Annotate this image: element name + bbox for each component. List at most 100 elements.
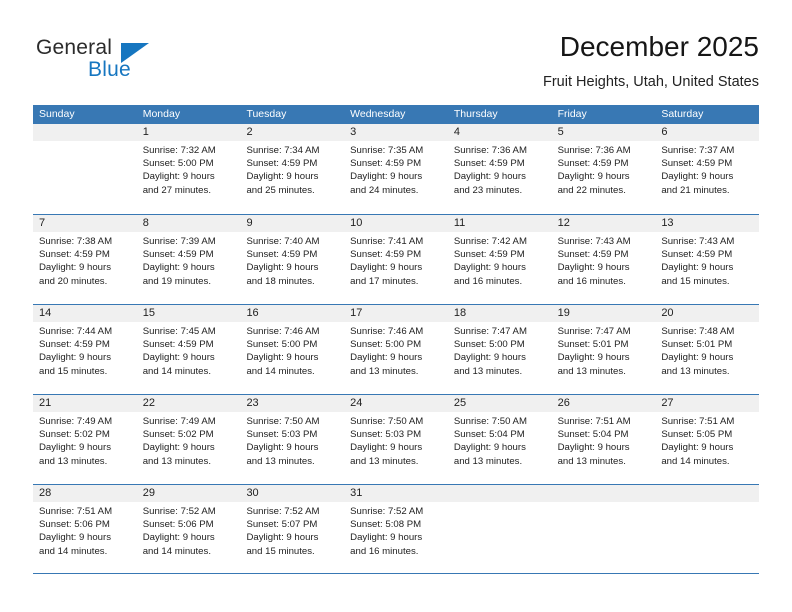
- sunrise-text: Sunrise: 7:51 AM: [39, 506, 113, 517]
- logo-text-general: General: [36, 36, 113, 59]
- calendar-day-cell[interactable]: 26 Sunrise: 7:51 AM Sunset: 5:04 PM Dayligh…: [551, 395, 656, 484]
- calendar-day-cell[interactable]: 15 Sunrise: 7:45 AM Sunset: 4:59 PM Dayligh…: [136, 305, 241, 394]
- logo-text-blue: Blue: [88, 58, 131, 81]
- sunrise-text: Sunrise: 7:35 AM: [350, 145, 424, 156]
- sunrise-text: Sunrise: 7:51 AM: [557, 416, 631, 427]
- daylight-text-line2: and 20 minutes.: [39, 275, 108, 287]
- calendar-day-cell[interactable]: 27 Sunrise: 7:51 AM Sunset: 5:05 PM Dayligh…: [655, 395, 760, 484]
- daylight-text-line2: and 13 minutes.: [661, 365, 730, 377]
- sunset-text: Sunset: 5:05 PM: [661, 429, 733, 441]
- calendar-day-cell[interactable]: 25 Sunrise: 7:50 AM Sunset: 5:04 PM Dayligh…: [447, 395, 552, 484]
- calendar-day-cell[interactable]: 8 Sunrise: 7:39 AM Sunset: 4:59 PM Daylight…: [136, 215, 241, 304]
- daylight-text-line2: and 14 minutes.: [39, 545, 108, 557]
- day-number: 22: [136, 395, 241, 412]
- daylight-text-line1: Daylight: 9 hours: [142, 171, 215, 183]
- calendar-day-cell[interactable]: 12 Sunrise: 7:43 AM Sunset: 4:59 PM Dayligh…: [551, 215, 656, 304]
- sunrise-text: Sunrise: 7:46 AM: [350, 326, 424, 337]
- calendar-day-cell[interactable]: 7 Sunrise: 7:38 AM Sunset: 4:59 PM Daylight…: [33, 215, 137, 304]
- daylight-text-line1: Daylight: 9 hours: [246, 171, 319, 183]
- sunset-text: Sunset: 5:00 PM: [246, 339, 318, 351]
- calendar-day-cell[interactable]: 13 Sunrise: 7:43 AM Sunset: 4:59 PM Dayligh…: [655, 215, 760, 304]
- calendar-day-cell[interactable]: 21 Sunrise: 7:49 AM Sunset: 5:02 PM Dayligh…: [33, 395, 137, 484]
- day-sun-info: Sunrise: 7:51 AM Sunset: 5:06 PM Daylight:…: [33, 502, 137, 558]
- daylight-text-line1: Daylight: 9 hours: [350, 262, 423, 274]
- calendar-day-cell[interactable]: 6 Sunrise: 7:37 AM Sunset: 4:59 PM Daylight…: [655, 124, 760, 214]
- day-number: 31: [344, 485, 448, 502]
- calendar-day-cell[interactable]: 28 Sunrise: 7:51 AM Sunset: 5:06 PM Dayligh…: [33, 485, 137, 573]
- day-number: 14: [33, 305, 137, 322]
- daylight-text-line1: Daylight: 9 hours: [350, 532, 423, 544]
- daylight-text-line1: Daylight: 9 hours: [142, 352, 215, 364]
- calendar-day-cell[interactable]: 14 Sunrise: 7:44 AM Sunset: 4:59 PM Dayligh…: [33, 305, 137, 394]
- calendar-day-cell[interactable]: 31 Sunrise: 7:52 AM Sunset: 5:08 PM Dayligh…: [344, 485, 448, 573]
- sunset-text: Sunset: 5:03 PM: [350, 429, 422, 441]
- day-sun-info: Sunrise: 7:52 AM Sunset: 5:07 PM Daylight:…: [240, 502, 344, 558]
- day-number: [655, 485, 760, 502]
- sunset-text: Sunset: 5:02 PM: [39, 429, 110, 441]
- weekday-header-wednesday: Wednesday: [350, 108, 406, 120]
- sunrise-text: Sunrise: 7:47 AM: [453, 326, 527, 337]
- weekday-header-friday: Friday: [557, 108, 587, 120]
- calendar-day-cell[interactable]: 2 Sunrise: 7:34 AM Sunset: 4:59 PM Daylight…: [240, 124, 345, 214]
- sunrise-text: Sunrise: 7:45 AM: [142, 326, 216, 337]
- daylight-text-line2: and 13 minutes.: [350, 365, 419, 377]
- calendar-day-cell[interactable]: 23 Sunrise: 7:50 AM Sunset: 5:03 PM Dayligh…: [240, 395, 345, 484]
- sunrise-text: Sunrise: 7:37 AM: [661, 145, 735, 156]
- general-blue-logo[interactable]: General Blue: [36, 36, 166, 88]
- day-number: 30: [240, 485, 345, 502]
- weekday-header-saturday: Saturday: [661, 108, 704, 120]
- day-sun-info: Sunrise: 7:37 AM Sunset: 4:59 PM Daylight:…: [655, 141, 759, 197]
- day-sun-info: Sunrise: 7:43 AM Sunset: 4:59 PM Daylight:…: [552, 232, 656, 288]
- daylight-text-line2: and 23 minutes.: [453, 184, 523, 196]
- daylight-text-line1: Daylight: 9 hours: [246, 262, 319, 274]
- calendar-week-row: 21 Sunrise: 7:49 AM Sunset: 5:02 PM Dayligh…: [33, 394, 760, 484]
- calendar-body: 1 Sunrise: 7:32 AM Sunset: 5:00 PM Daylight…: [33, 124, 760, 574]
- calendar-day-cell[interactable]: 11 Sunrise: 7:42 AM Sunset: 4:59 PM Dayligh…: [447, 215, 552, 304]
- sunset-text: Sunset: 4:59 PM: [142, 339, 214, 351]
- daylight-text-line2: and 13 minutes.: [39, 455, 108, 467]
- calendar-day-cell[interactable]: 20 Sunrise: 7:48 AM Sunset: 5:01 PM Dayligh…: [655, 305, 760, 394]
- sunset-text: Sunset: 4:59 PM: [661, 249, 733, 261]
- sunrise-text: Sunrise: 7:36 AM: [453, 145, 527, 156]
- calendar-day-cell[interactable]: 10 Sunrise: 7:41 AM Sunset: 4:59 PM Dayligh…: [344, 215, 448, 304]
- day-number: 15: [136, 305, 241, 322]
- day-number: 21: [33, 395, 137, 412]
- page-header: General Blue December 2025 Fruit Heights…: [33, 30, 759, 100]
- sunset-text: Sunset: 5:01 PM: [661, 339, 733, 351]
- calendar-day-cell[interactable]: 18 Sunrise: 7:47 AM Sunset: 5:00 PM Dayligh…: [447, 305, 552, 394]
- day-number: 6: [655, 124, 760, 141]
- sunrise-text: Sunrise: 7:43 AM: [557, 236, 631, 247]
- calendar-day-cell[interactable]: 3 Sunrise: 7:35 AM Sunset: 4:59 PM Daylight…: [344, 124, 448, 214]
- day-sun-info: Sunrise: 7:47 AM Sunset: 5:01 PM Daylight:…: [552, 322, 656, 378]
- day-number: 2: [240, 124, 345, 141]
- daylight-text-line2: and 18 minutes.: [246, 275, 315, 287]
- day-sun-info: Sunrise: 7:35 AM Sunset: 4:59 PM Daylight:…: [344, 141, 448, 197]
- calendar-day-cell[interactable]: 4 Sunrise: 7:36 AM Sunset: 4:59 PM Daylight…: [447, 124, 552, 214]
- calendar-day-cell[interactable]: 19 Sunrise: 7:47 AM Sunset: 5:01 PM Dayligh…: [551, 305, 656, 394]
- daylight-text-line1: Daylight: 9 hours: [557, 352, 630, 364]
- day-sun-info: Sunrise: 7:38 AM Sunset: 4:59 PM Daylight:…: [33, 232, 137, 288]
- day-sun-info: Sunrise: 7:34 AM Sunset: 4:59 PM Daylight:…: [240, 141, 344, 197]
- sunset-text: Sunset: 5:04 PM: [453, 429, 525, 441]
- daylight-text-line1: Daylight: 9 hours: [661, 442, 734, 454]
- calendar-day-cell[interactable]: 17 Sunrise: 7:46 AM Sunset: 5:00 PM Dayligh…: [344, 305, 448, 394]
- calendar-day-cell[interactable]: 5 Sunrise: 7:36 AM Sunset: 4:59 PM Daylight…: [551, 124, 656, 214]
- sunrise-text: Sunrise: 7:34 AM: [246, 145, 320, 156]
- sunset-text: Sunset: 4:59 PM: [453, 158, 525, 170]
- calendar-day-cell[interactable]: 1 Sunrise: 7:32 AM Sunset: 5:00 PM Daylight…: [136, 124, 241, 214]
- weekday-header-tuesday: Tuesday: [246, 108, 287, 120]
- calendar-day-cell[interactable]: 9 Sunrise: 7:40 AM Sunset: 4:59 PM Daylight…: [240, 215, 345, 304]
- calendar-week-row: 7 Sunrise: 7:38 AM Sunset: 4:59 PM Daylight…: [33, 214, 760, 304]
- page-subtitle: Fruit Heights, Utah, United States: [543, 74, 759, 90]
- calendar-day-cell[interactable]: 24 Sunrise: 7:50 AM Sunset: 5:03 PM Dayligh…: [344, 395, 448, 484]
- day-sun-info: Sunrise: 7:42 AM Sunset: 4:59 PM Daylight:…: [448, 232, 552, 288]
- daylight-text-line1: Daylight: 9 hours: [350, 442, 423, 454]
- daylight-text-line2: and 15 minutes.: [39, 365, 108, 377]
- day-number: 4: [447, 124, 552, 141]
- calendar-day-cell[interactable]: 16 Sunrise: 7:46 AM Sunset: 5:00 PM Dayligh…: [240, 305, 345, 394]
- calendar-day-cell[interactable]: 22 Sunrise: 7:49 AM Sunset: 5:02 PM Dayligh…: [136, 395, 241, 484]
- weekday-header-thursday: Thursday: [453, 108, 498, 120]
- day-number: [33, 124, 137, 141]
- calendar-day-cell[interactable]: 30 Sunrise: 7:52 AM Sunset: 5:07 PM Dayligh…: [240, 485, 345, 573]
- calendar-day-cell[interactable]: 29 Sunrise: 7:52 AM Sunset: 5:06 PM Dayligh…: [136, 485, 241, 573]
